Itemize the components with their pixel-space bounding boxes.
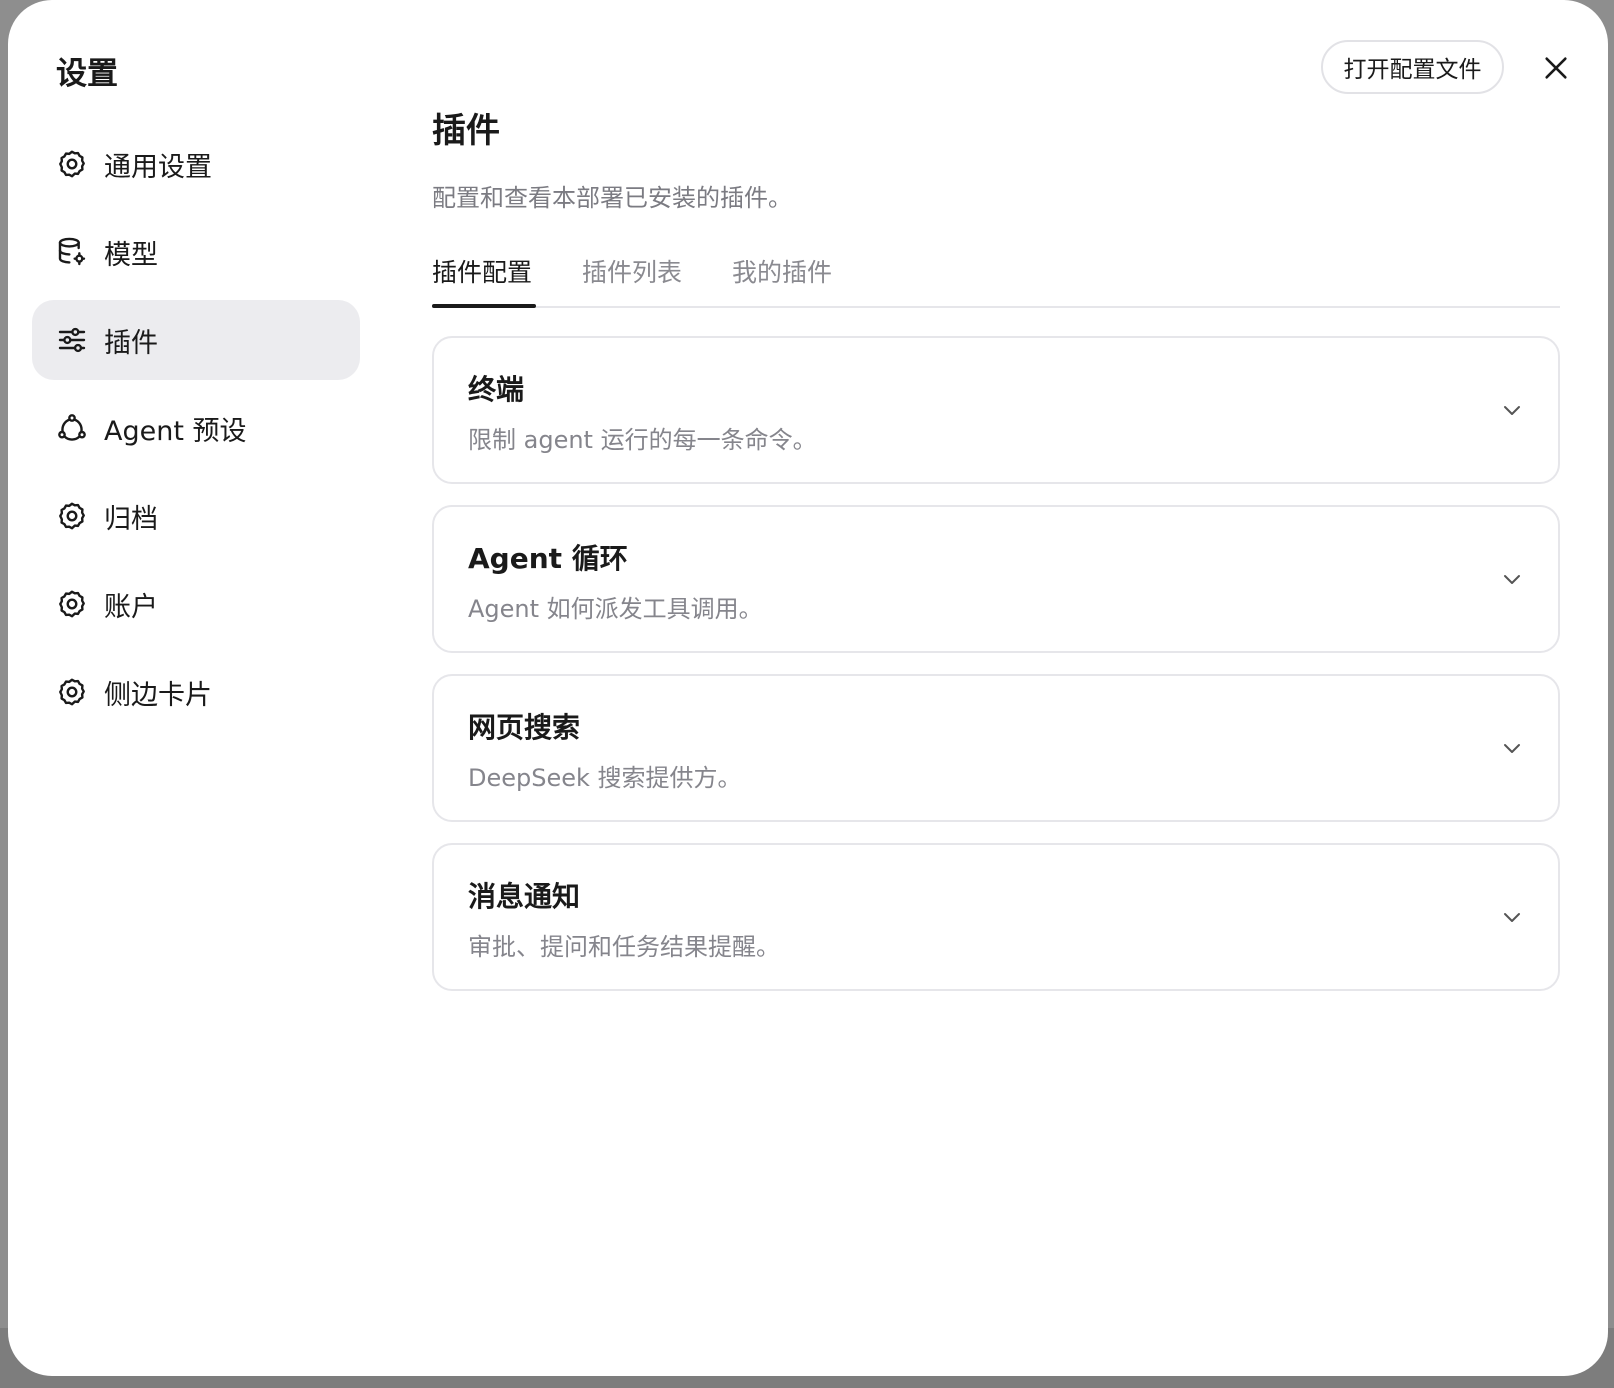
card-title: 网页搜索 (468, 711, 581, 744)
open-config-file-button[interactable]: 打开配置文件 (1321, 40, 1504, 94)
sidebar-item-label: 插件 (104, 327, 158, 359)
page-description: 配置和查看本部署已安装的插件。 (432, 184, 792, 212)
card-description: DeepSeek 搜索提供方。 (468, 764, 742, 792)
sidebar-item-label: 账户 (104, 591, 158, 623)
close-button[interactable] (1536, 48, 1576, 88)
tab-plugin-config[interactable]: 插件配置 (432, 250, 537, 308)
plugin-card-web-search[interactable]: 网页搜索 DeepSeek 搜索提供方。 (432, 674, 1560, 822)
settings-sidebar: 通用设置 模型 插件 Agent 预设 归档 账户 侧边卡片 (32, 124, 360, 740)
plugin-card-notifications[interactable]: 消息通知 审批、提问和任务结果提醒。 (432, 843, 1560, 991)
gear-icon (56, 500, 88, 532)
sidebar-item-account[interactable]: 账户 (32, 564, 360, 644)
chevron-down-icon[interactable] (1500, 736, 1524, 760)
sidebar-item-label: 归档 (104, 503, 158, 535)
gear-icon (56, 588, 88, 620)
plugins-main: 插件 配置和查看本部署已安装的插件。 插件配置 插件列表 我的插件 终端 限制 … (432, 106, 1568, 1012)
sidebar-item-label: Agent 预设 (104, 415, 247, 447)
sidebar-item-label: 模型 (104, 239, 158, 271)
card-description: Agent 如何派发工具调用。 (468, 595, 763, 623)
tab-plugin-list[interactable]: 插件列表 (582, 250, 682, 306)
sidebar-item-models[interactable]: 模型 (32, 212, 360, 292)
settings-dialog: 设置 通用设置 模型 插件 Agent 预设 归档 账户 侧边卡片 打开配置文件… (8, 0, 1608, 1376)
plugin-tabs: 插件配置 插件列表 我的插件 (432, 250, 1560, 308)
chevron-down-icon[interactable] (1500, 905, 1524, 929)
gear-icon (56, 676, 88, 708)
page-title: 插件 (432, 111, 500, 151)
plugin-card-agent-loop[interactable]: Agent 循环 Agent 如何派发工具调用。 (432, 505, 1560, 653)
workflow-icon (56, 412, 88, 444)
card-title: Agent 循环 (468, 542, 628, 575)
sidebar-item-label: 通用设置 (104, 151, 212, 183)
sidebar-item-general[interactable]: 通用设置 (32, 124, 360, 204)
tab-my-plugins[interactable]: 我的插件 (732, 250, 832, 306)
plugin-card-terminal[interactable]: 终端 限制 agent 运行的每一条命令。 (432, 336, 1560, 484)
sidebar-item-archive[interactable]: 归档 (32, 476, 360, 556)
sidebar-item-agent-presets[interactable]: Agent 预设 (32, 388, 360, 468)
dialog-title: 设置 (56, 56, 118, 92)
card-description: 限制 agent 运行的每一条命令。 (468, 426, 817, 454)
card-title: 终端 (468, 373, 525, 406)
sidebar-item-plugins[interactable]: 插件 (32, 300, 360, 380)
gear-icon (56, 148, 88, 180)
sidebar-item-label: 侧边卡片 (104, 679, 212, 711)
close-icon (1542, 54, 1570, 82)
card-title: 消息通知 (468, 880, 581, 913)
chevron-down-icon[interactable] (1500, 398, 1524, 422)
plugin-cards: 终端 限制 agent 运行的每一条命令。 Agent 循环 Agent 如何派… (432, 336, 1560, 991)
chevron-down-icon[interactable] (1500, 567, 1524, 591)
database-settings-icon (56, 236, 88, 268)
sidebar-item-side-cards[interactable]: 侧边卡片 (32, 652, 360, 732)
sliders-icon (56, 324, 88, 356)
card-description: 审批、提问和任务结果提醒。 (468, 933, 780, 961)
